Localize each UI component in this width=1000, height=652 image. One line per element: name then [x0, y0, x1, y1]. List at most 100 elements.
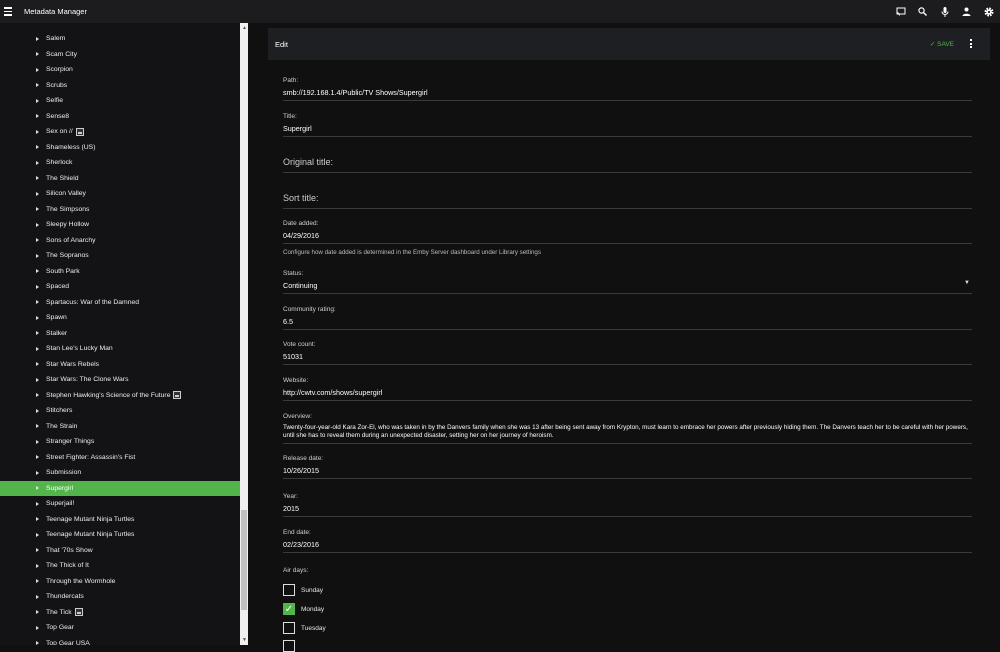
menu-icon[interactable] [4, 7, 12, 16]
sidebar-item[interactable]: Stan Lee's Lucky Man [0, 341, 240, 356]
sidebar-item[interactable]: The Simpsons [0, 202, 240, 217]
expand-arrow-icon[interactable] [36, 98, 39, 103]
sidebar-item[interactable]: Stalker [0, 326, 240, 341]
expand-arrow-icon[interactable] [36, 253, 39, 258]
checkbox-icon[interactable] [283, 622, 295, 634]
sidebar-item[interactable]: Salem [0, 31, 240, 46]
sidebar-item[interactable]: Teenage Mutant Ninja Turtles [0, 527, 240, 542]
gear-icon[interactable] [983, 6, 994, 17]
website-field[interactable]: Website: http://cwtv.com/shows/supergirl [283, 377, 972, 401]
expand-arrow-icon[interactable] [36, 424, 39, 428]
sidebar-item[interactable]: Street Fighter: Assassin's Fist [0, 450, 240, 465]
sidebar-item[interactable]: Through the Wormhole [0, 574, 240, 589]
scroll-up-icon[interactable]: ▲ [242, 25, 247, 31]
sidebar-item[interactable]: Scrubs [0, 78, 240, 93]
vote-count-input[interactable]: 51031 [283, 352, 972, 365]
user-icon[interactable] [961, 6, 972, 17]
expand-arrow-icon[interactable] [36, 393, 39, 397]
year-field[interactable]: Year: 2015 [283, 493, 972, 517]
expand-arrow-icon[interactable] [36, 563, 39, 568]
expand-arrow-icon[interactable] [36, 377, 39, 382]
sidebar-item[interactable]: Stranger Things [0, 434, 240, 449]
overview-textarea[interactable]: Twenty-four-year-old Kara Zor-El, who wa… [283, 424, 972, 444]
sidebar-item[interactable]: Sherlock [0, 155, 240, 170]
sidebar-item[interactable]: That '70s Show [0, 543, 240, 558]
title-field[interactable]: Title: Supergirl [283, 113, 972, 137]
microphone-icon[interactable] [939, 6, 950, 17]
expand-arrow-icon[interactable] [36, 238, 39, 242]
expand-arrow-icon[interactable] [36, 408, 39, 413]
sidebar-item[interactable]: South Park [0, 264, 240, 279]
sidebar-item[interactable]: The Strain [0, 419, 240, 434]
original-title-field[interactable]: Original title: [283, 157, 972, 173]
expand-arrow-icon[interactable] [36, 207, 39, 211]
title-input[interactable]: Supergirl [283, 124, 972, 137]
end-date-field[interactable]: End date: 02/23/2016 [283, 529, 972, 553]
expand-arrow-icon[interactable] [36, 579, 39, 583]
expand-arrow-icon[interactable] [36, 610, 39, 614]
expand-arrow-icon[interactable] [36, 439, 39, 444]
expand-arrow-icon[interactable] [36, 517, 39, 521]
sidebar-item[interactable]: The Shield [0, 171, 240, 186]
sidebar-item[interactable]: Sleepy Hollow [0, 217, 240, 232]
status-field[interactable]: Status: Continuing ▼ [283, 270, 972, 294]
release-date-field[interactable]: Release date: 10/26/2015 [283, 455, 972, 479]
expand-arrow-icon[interactable] [36, 145, 39, 149]
expand-arrow-icon[interactable] [36, 300, 39, 304]
sidebar-item[interactable]: Silicon Valley [0, 186, 240, 201]
sidebar-item[interactable]: Supergirl [0, 480, 240, 496]
scrollbar-thumb[interactable] [241, 510, 247, 610]
rating-field[interactable]: Community rating: 6.5 [283, 306, 972, 330]
status-select[interactable]: Continuing [283, 281, 972, 294]
sidebar-item[interactable]: Spawn [0, 310, 240, 325]
sidebar-item[interactable]: Scorpion [0, 62, 240, 77]
sidebar-item[interactable]: Sense8 [0, 109, 240, 124]
sidebar-item[interactable]: Spartacus: War of the Damned [0, 295, 240, 310]
expand-arrow-icon[interactable] [36, 83, 39, 87]
more-options-icon[interactable] [970, 39, 972, 48]
sidebar-item[interactable]: Superjail! [0, 496, 240, 511]
chevron-down-icon[interactable]: ▼ [964, 280, 970, 286]
sidebar-item[interactable]: Thundercats [0, 589, 240, 604]
sidebar-item[interactable]: Top Gear USA [0, 636, 240, 645]
expand-arrow-icon[interactable] [36, 284, 39, 289]
date-added-input[interactable]: 04/29/2016 [283, 231, 972, 244]
date-added-field[interactable]: Date added: 04/29/2016 Configure how date … [283, 220, 972, 256]
expand-arrow-icon[interactable] [36, 455, 39, 459]
sidebar-item[interactable]: The Thick of It [0, 558, 240, 573]
expand-arrow-icon[interactable] [36, 532, 39, 537]
expand-arrow-icon[interactable] [36, 346, 39, 351]
sidebar-item[interactable]: Shameless (US) [0, 140, 240, 155]
expand-arrow-icon[interactable] [36, 315, 39, 320]
expand-arrow-icon[interactable] [36, 160, 39, 165]
sort-title-input[interactable]: Sort title: [283, 193, 972, 209]
expand-arrow-icon[interactable] [36, 470, 39, 475]
rating-input[interactable]: 6.5 [283, 317, 972, 330]
air-day-checkbox[interactable]: ✓ Monday [283, 603, 324, 615]
expand-arrow-icon[interactable] [36, 191, 39, 196]
air-day-checkbox[interactable]: Sunday [283, 584, 323, 596]
save-button[interactable]: ✓ SAVE [930, 40, 954, 48]
sidebar-item[interactable]: Submission [0, 465, 240, 480]
cast-icon[interactable] [895, 6, 906, 17]
expand-arrow-icon[interactable] [36, 594, 39, 599]
website-input[interactable]: http://cwtv.com/shows/supergirl [283, 388, 972, 401]
expand-arrow-icon[interactable] [36, 641, 39, 645]
year-input[interactable]: 2015 [283, 504, 972, 517]
checkbox-icon[interactable]: ✓ [283, 603, 295, 615]
sidebar-item[interactable]: Stitchers [0, 403, 240, 418]
expand-arrow-icon[interactable] [36, 67, 39, 72]
expand-arrow-icon[interactable] [36, 129, 39, 134]
search-icon[interactable] [917, 6, 928, 17]
expand-arrow-icon[interactable] [36, 362, 39, 366]
vote-count-field[interactable]: Vote count: 51031 [283, 341, 972, 365]
sidebar-item[interactable]: Stephen Hawking's Science of the Future [0, 388, 240, 403]
expand-arrow-icon[interactable] [36, 222, 39, 227]
release-date-input[interactable]: 10/26/2015 [283, 466, 972, 479]
expand-arrow-icon[interactable] [36, 548, 39, 552]
sidebar-item[interactable]: Scam City [0, 47, 240, 62]
sidebar-item[interactable]: Spaced [0, 279, 240, 294]
original-title-input[interactable]: Original title: [283, 157, 972, 173]
sidebar-item[interactable]: Teenage Mutant Ninja Turtles [0, 512, 240, 527]
sidebar-item[interactable]: Selfie [0, 93, 240, 108]
